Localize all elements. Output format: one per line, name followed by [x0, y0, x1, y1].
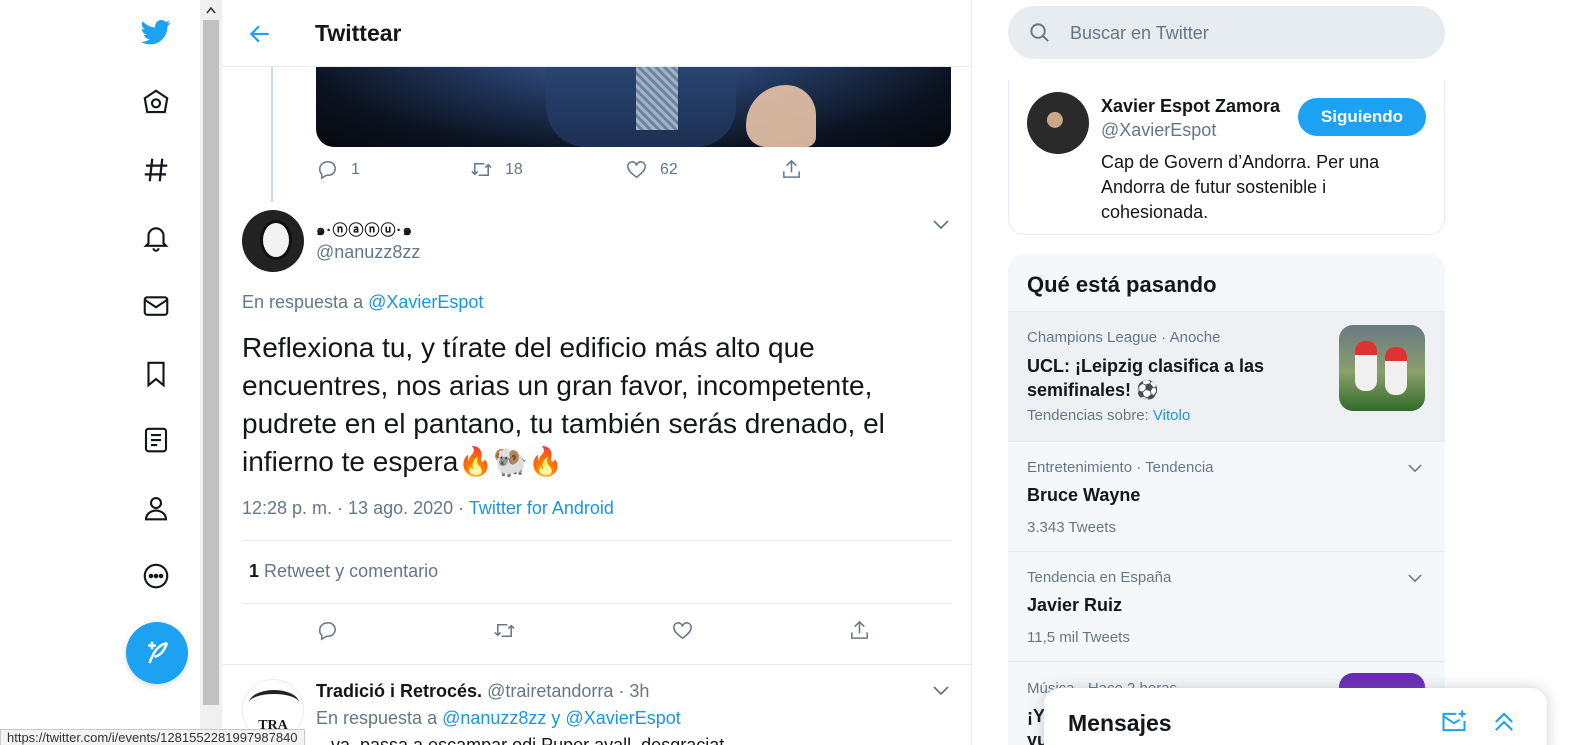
reply-button[interactable] [316, 619, 339, 642]
browser-status-url: https://twitter.com/i/events/12815522819… [0, 729, 305, 745]
reply-menu-chevron-down-icon[interactable] [929, 679, 953, 703]
reply-to-line: En respuesta a @nanuzz8zz y @XavierEspot [316, 708, 681, 729]
reply-author-line: Tradició i Retrocés. @trairetandorra · 3… [316, 681, 649, 702]
like-button[interactable] [671, 619, 694, 642]
retweet-comment-stat[interactable]: 1 Retweet y comentario [249, 561, 438, 582]
trend-item[interactable]: Tendencia en España Javier Ruiz 11,5 mil… [1008, 551, 1445, 661]
retweet-icon [471, 162, 492, 177]
reply-tweet-text: ...va, passa a escampar odi Puper avall,… [316, 735, 725, 745]
reply-count: 1 [351, 160, 360, 178]
retweet-button[interactable] [493, 619, 516, 642]
trend-title: Bruce Wayne [1027, 485, 1141, 505]
search-box [1008, 6, 1445, 59]
retweet-comment-count: 1 [249, 561, 260, 581]
notifications-bell-icon[interactable] [120, 209, 192, 265]
following-button[interactable]: Siguiendo [1298, 98, 1426, 136]
more-options-icon[interactable] [120, 548, 192, 604]
trend-title: Javier Ruiz [1027, 595, 1123, 615]
compose-tweet-button[interactable] [126, 622, 188, 684]
search-input[interactable] [1070, 18, 1430, 48]
trend-tweet-count: 3.343 Tweets [1027, 519, 1116, 536]
profile-avatar[interactable] [1027, 92, 1089, 154]
page-header: Twittear [222, 0, 971, 67]
tweet-author-avatar[interactable] [242, 210, 304, 272]
feather-plus-icon [148, 641, 169, 664]
divider [242, 603, 952, 604]
page-scrollbar[interactable] [200, 0, 222, 745]
back-arrow-icon[interactable] [244, 18, 276, 50]
tweet-menu-chevron-down-icon[interactable] [929, 213, 953, 237]
trend-meta: Entretenimiento · Tendencia [1027, 459, 1214, 476]
scrollbar-thumb[interactable] [203, 20, 219, 705]
divider [242, 540, 952, 541]
page-title: Twittear [315, 20, 402, 46]
tweet-text: Reflexiona tu, y tírate del edificio más… [242, 332, 885, 477]
trend-sub: Tendencias sobre: Vitolo [1027, 407, 1190, 424]
retweet-count: 18 [505, 160, 523, 178]
tweet-actions [316, 619, 896, 649]
bookmarks-icon[interactable] [120, 346, 192, 402]
trends-title: Qué está pasando [1027, 272, 1217, 297]
prev-tweet-actions: 1 18 62 [316, 158, 876, 188]
explore-hashtag-icon[interactable] [120, 142, 192, 198]
reply-bubble-icon [319, 161, 336, 180]
profile-icon[interactable] [120, 480, 192, 536]
thread-line [271, 67, 273, 202]
share-icon [851, 620, 868, 639]
tweet-timestamp-line: 12:28 p. m. · 13 ago. 2020 · Twitter for… [242, 498, 614, 519]
reply-to-mentions-link[interactable]: @nanuzz8zz y @XavierEspot [442, 708, 681, 728]
heart-icon [673, 622, 692, 640]
reply-author-name[interactable]: Tradició i Retrocés. [316, 681, 482, 701]
reply-to-mention-link[interactable]: @XavierEspot [368, 292, 483, 312]
trend-sub-link[interactable]: Vitolo [1153, 407, 1190, 424]
new-message-icon[interactable] [1438, 706, 1470, 738]
home-icon[interactable] [120, 74, 192, 130]
profile-handle[interactable]: @XavierEspot [1101, 120, 1216, 141]
messages-envelope-icon[interactable] [120, 278, 192, 334]
lists-icon[interactable] [120, 412, 192, 468]
heart-icon [627, 161, 646, 179]
like-count: 62 [660, 160, 678, 178]
trend-title: UCL: ¡Leipzig clasifica a las semifinale… [1027, 356, 1265, 400]
tweet-author-name[interactable]: ๑·ⓝⓐⓝⓤ·๑ [316, 218, 413, 242]
left-nav [120, 0, 192, 745]
retweet-icon [494, 623, 515, 638]
profile-name[interactable]: Xavier Espot Zamora [1101, 96, 1280, 117]
reply-action[interactable]: 1 [316, 158, 360, 181]
messages-drawer[interactable]: Mensajes [1044, 688, 1547, 745]
twitter-logo-icon[interactable] [120, 4, 192, 60]
profile-bio: Cap de Govern d’Andorra. Per una Andorra… [1101, 152, 1380, 222]
profile-card: Xavier Espot Zamora @XavierEspot Siguien… [1008, 80, 1445, 235]
trends-panel: Qué está pasando Champions League · Anoc… [1008, 254, 1445, 745]
trend-tweet-count: 11,5 mil Tweets [1027, 629, 1130, 646]
trend-item[interactable]: Entretenimiento · Tendencia Bruce Wayne … [1008, 441, 1445, 551]
reply-to-prefix: En respuesta a [242, 292, 364, 312]
main-column: Twittear 1 18 62 ๑·ⓝⓐⓝⓤ·๑ @nanuzz8zz En … [222, 0, 972, 745]
tweet-author-handle[interactable]: @nanuzz8zz [316, 242, 420, 263]
share-button[interactable] [848, 619, 871, 642]
trend-meta: Champions League · Anoche [1027, 329, 1221, 346]
retweet-action[interactable]: 18 [470, 158, 523, 181]
messages-drawer-title: Mensajes [1068, 710, 1172, 736]
reply-to-line: En respuesta a @XavierEspot [242, 292, 483, 313]
share-icon [783, 159, 800, 178]
trend-sub-prefix: Tendencias sobre: [1027, 407, 1149, 424]
expand-chevrons-up-icon[interactable] [1488, 706, 1520, 738]
retweet-comment-label: Retweet y comentario [264, 561, 439, 581]
trend-menu-chevron-down-icon[interactable] [1403, 566, 1427, 590]
reply-author-handle[interactable]: @trairetandorra · 3h [487, 681, 649, 701]
trend-menu-chevron-down-icon[interactable] [1403, 456, 1427, 480]
scroll-up-arrow-icon[interactable] [200, 0, 222, 20]
reply-bubble-icon [319, 622, 336, 641]
trend-thumbnail-image[interactable] [1339, 325, 1425, 411]
tweet-source-link[interactable]: Twitter for Android [469, 498, 614, 518]
trend-meta: Tendencia en España [1027, 569, 1172, 586]
search-icon [1030, 23, 1049, 42]
like-action[interactable]: 62 [625, 158, 678, 181]
trend-item[interactable]: Champions League · Anoche UCL: ¡Leipzig … [1008, 311, 1445, 441]
tweet-timestamp[interactable]: 12:28 p. m. · 13 ago. 2020 · [242, 498, 464, 518]
reply-tweet[interactable]: TRA Tradició i Retrocés. @trairetandorra… [222, 664, 971, 745]
share-action[interactable] [780, 158, 803, 181]
reply-to-prefix: En respuesta a [316, 708, 438, 728]
